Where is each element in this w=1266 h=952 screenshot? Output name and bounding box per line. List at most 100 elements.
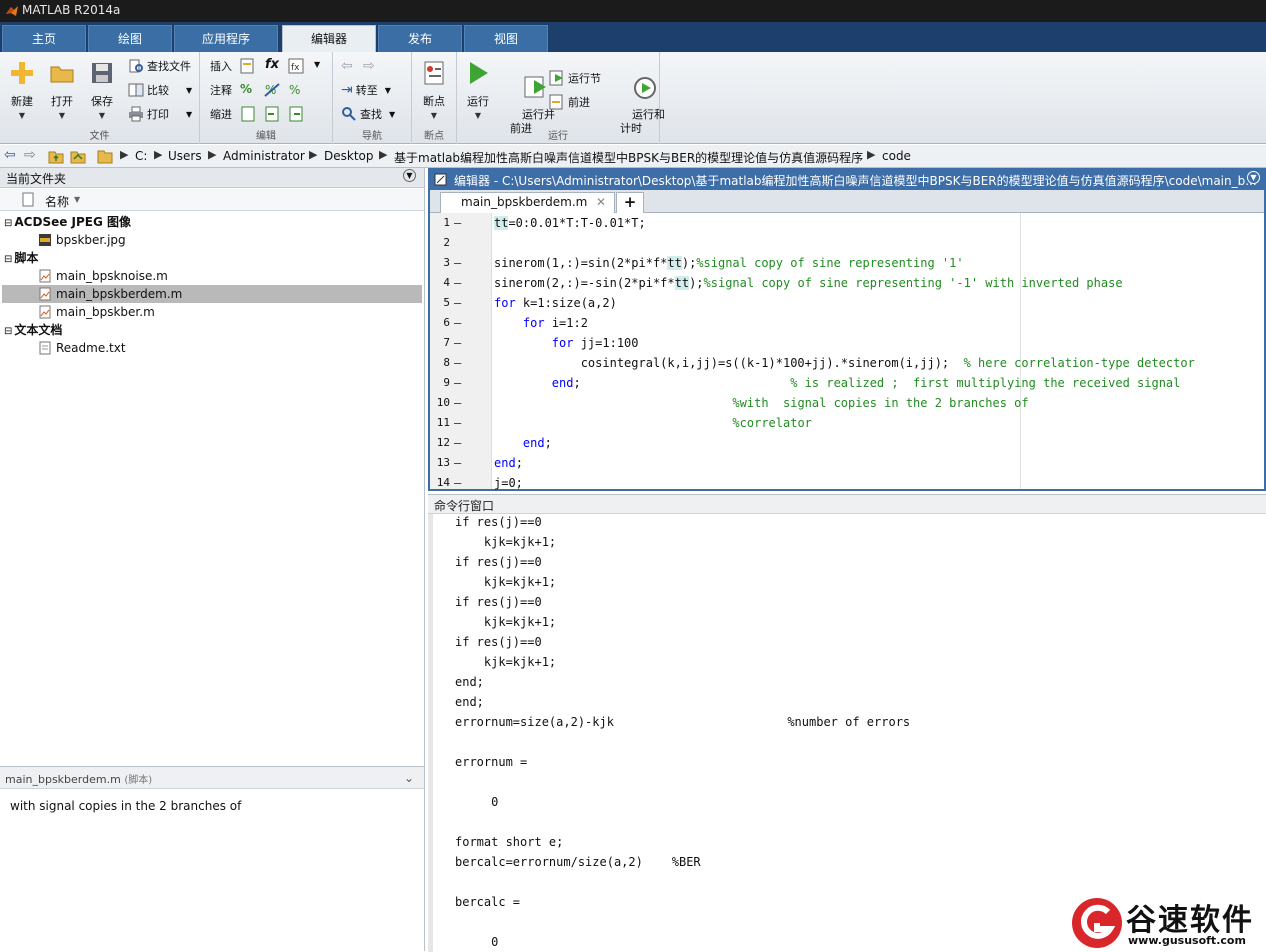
collapse-icon[interactable]: ⊟ [4, 254, 12, 265]
smart-indent-icon[interactable] [240, 106, 256, 122]
collapse-icon[interactable]: ⊟ [4, 326, 12, 337]
crumb-drive[interactable]: C: [135, 149, 147, 163]
up-folder-icon[interactable] [48, 149, 64, 164]
crumb-desktop[interactable]: Desktop [324, 149, 374, 163]
list-item[interactable]: main_bpsknoise.m [2, 267, 422, 285]
tab-plots[interactable]: 绘图 [88, 25, 172, 52]
advance-button[interactable]: 前进 [549, 92, 590, 112]
group-row-scripts[interactable]: ⊟ 脚本 [2, 249, 422, 267]
uncomment-icon[interactable]: % [264, 82, 280, 98]
tab-view[interactable]: 视图 [464, 25, 548, 52]
crumb-administrator[interactable]: Administrator [223, 149, 305, 163]
details-file-type: (脚本) [124, 775, 153, 786]
function-icon[interactable]: fx [288, 58, 304, 74]
new-label: 新建 [11, 95, 33, 108]
breakpoint-dash-icon[interactable]: – [454, 213, 461, 233]
breakpoint-dash-icon[interactable]: – [454, 293, 461, 313]
breakpoint-dash-icon[interactable]: – [454, 273, 461, 293]
tab-publish[interactable]: 发布 [378, 25, 462, 52]
breakpoint-dash-icon[interactable]: – [454, 433, 461, 453]
breakpoint-dash-icon[interactable]: – [454, 413, 461, 433]
code-line[interactable]: 10– %with signal copies in the 2 branche… [430, 393, 1264, 413]
panel-menu-icon[interactable]: ▼ [403, 169, 416, 182]
breakpoint-dash-icon[interactable]: – [454, 453, 461, 473]
list-item[interactable]: bpskber.jpg [2, 231, 422, 249]
breakpoint-dash-icon[interactable]: – [454, 333, 461, 353]
comment-button[interactable]: 注释 [210, 80, 232, 100]
group-row-text[interactable]: ⊟ 文本文档 [2, 321, 422, 339]
forward-arrow-icon[interactable]: ⇨ [363, 58, 375, 74]
indent-button[interactable]: 缩进 [210, 104, 232, 124]
chevron-down-icon[interactable]: ⌄ [404, 771, 414, 785]
find-files-button[interactable]: 查找文件 [128, 56, 191, 76]
breakpoint-dash-icon[interactable]: – [454, 313, 461, 333]
code-line[interactable]: 2 [430, 233, 1264, 253]
play-icon [470, 62, 488, 84]
run-button[interactable]: 运行 ▼ [463, 60, 493, 120]
back-icon[interactable]: ⇦ [4, 147, 16, 163]
run-section-button[interactable]: 运行节 [549, 68, 601, 88]
brand-url: www.gususoft.com [1128, 934, 1246, 947]
breakpoint-dash-icon[interactable]: – [454, 353, 461, 373]
code-area[interactable]: 1– tt=0:0.01*T:T-0.01*T; 2 3– sinerom(1,:)=s… [430, 213, 1264, 490]
list-item[interactable]: main_bpskber.m [2, 303, 422, 321]
print-button[interactable]: 打印 ▼ [128, 104, 192, 124]
compare-button[interactable]: 比较 ▼ [128, 80, 192, 100]
save-label: 保存 [91, 95, 113, 108]
breakpoint-dash-icon[interactable]: – [454, 373, 461, 393]
code-line[interactable]: 1– tt=0:0.01*T:T-0.01*T; [430, 213, 1264, 233]
breakpoint-dash-icon[interactable]: – [454, 253, 461, 273]
code-line[interactable]: 8– cosintegral(k,i,jj)=s((k-1)*100+jj).*… [430, 353, 1264, 373]
tab-home[interactable]: 主页 [2, 25, 86, 52]
code-line[interactable]: 6– for i=1:2 [430, 313, 1264, 333]
command-window-header: 命令行窗口 [428, 495, 1266, 514]
command-output[interactable]: if res(j)==0 kjk=kjk+1; if res(j)==0 kjk=… [428, 514, 1266, 952]
forward-icon[interactable]: ⇨ [24, 147, 36, 163]
code-line[interactable]: 11– %correlator [430, 413, 1264, 433]
crumb-project-folder[interactable]: 基于matlab编程加性高斯白噪声信道模型中BPSK与BER的模型理论值与仿真值… [394, 149, 863, 166]
code-text: end; % is realized ; first multiplying t… [551, 376, 1181, 390]
tab-main-bpskberdem[interactable]: main_bpskberdem.m ✕ [440, 192, 615, 213]
code-line[interactable]: 3– sinerom(1,:)=sin(2*pi*f*tt);%signal co… [430, 253, 1264, 273]
list-item[interactable]: Readme.txt [2, 339, 422, 357]
edit-group: 插入 注释 缩进 fx fx ▼ % % % 编辑 [200, 52, 333, 144]
crumb-users[interactable]: Users [168, 149, 202, 163]
tab-editor[interactable]: 编辑器 [282, 25, 376, 52]
breakpoint-dash-icon[interactable]: – [454, 393, 461, 413]
find-button[interactable]: 查找 ▼ [341, 104, 395, 124]
code-line[interactable]: 9– end; % is realized ; first multiplyin… [430, 373, 1264, 393]
outdent-icon[interactable] [288, 106, 304, 122]
fx-icon[interactable]: fx [265, 57, 279, 72]
more-dropdown-icon[interactable]: ▼ [314, 60, 320, 69]
close-icon[interactable]: ✕ [596, 195, 606, 209]
list-item-selected[interactable]: main_bpskberdem.m [2, 285, 422, 303]
insert-section-icon[interactable] [240, 58, 256, 74]
code-line[interactable]: 5– for k=1:size(a,2) [430, 293, 1264, 313]
breakpoints-group-label: 断点 [424, 131, 444, 142]
group-row-jpeg[interactable]: ⊟ ACDSee JPEG 图像 [2, 213, 422, 231]
back-arrow-icon[interactable]: ⇦ [341, 58, 353, 74]
new-button[interactable]: 新建 ▼ [6, 60, 38, 120]
breakpoint-dash-icon[interactable]: – [454, 473, 461, 493]
code-line[interactable]: 14– j=0; [430, 473, 1264, 493]
insert-button[interactable]: 插入 [210, 56, 232, 76]
indent-icon[interactable] [264, 106, 280, 122]
wrap-comment-icon[interactable]: % [288, 82, 304, 98]
breakpoints-button[interactable]: 断点 ▼ [418, 60, 450, 120]
collapse-icon[interactable]: ⊟ [4, 218, 12, 229]
code-line[interactable]: 13– end; [430, 453, 1264, 473]
code-line[interactable]: 4– sinerom(2,:)=-sin(2*pi*f*tt);%signal c… [430, 273, 1264, 293]
tab-apps[interactable]: 应用程序 [174, 25, 278, 52]
new-tab-button[interactable]: + [616, 192, 644, 213]
name-column-header[interactable]: 名称 ▼ [0, 189, 424, 211]
crumb-code[interactable]: code [882, 149, 911, 163]
goto-button[interactable]: ⇥ 转至 ▼ [341, 80, 391, 100]
browse-folder-icon[interactable] [70, 149, 86, 164]
percent-icon[interactable]: % [240, 82, 252, 96]
details-header[interactable]: main_bpskberdem.m (脚本) ⌄ [0, 767, 424, 789]
save-button[interactable]: 保存 ▼ [86, 60, 118, 120]
open-button[interactable]: 打开 ▼ [46, 60, 78, 120]
code-line[interactable]: 12– end; [430, 433, 1264, 453]
code-line[interactable]: 7– for jj=1:100 [430, 333, 1264, 353]
panel-menu-icon[interactable]: ▼ [1247, 171, 1260, 184]
